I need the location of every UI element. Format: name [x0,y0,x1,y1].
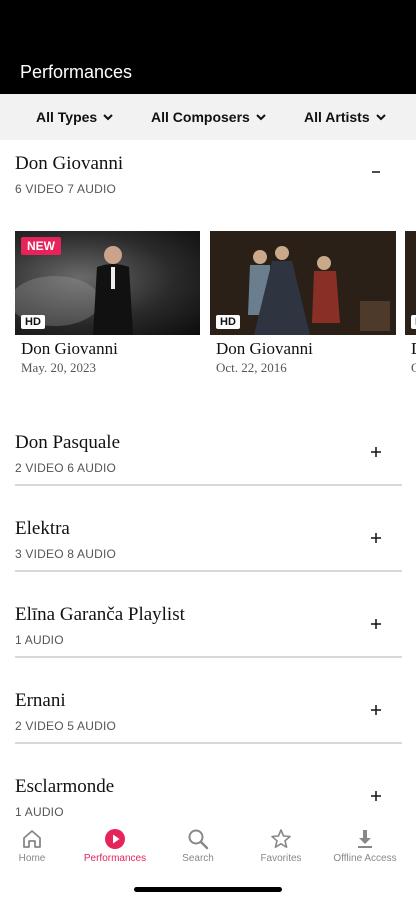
search-icon [188,829,209,850]
tab-favorites[interactable]: Favorites [249,822,313,878]
section-subtitle: 1 AUDIO [15,633,64,647]
filter-types-dropdown[interactable]: All Types [36,94,114,140]
hd-badge: HD [216,315,240,329]
filter-artists-label: All Artists [304,109,370,125]
card-date: May. 20, 2023 [21,360,96,375]
tab-search[interactable]: Search [166,822,230,878]
collapse-icon[interactable] [368,164,384,180]
tab-performances[interactable]: Performances [76,822,154,878]
card-title: Don Giovanni [21,339,118,358]
expand-icon[interactable] [368,530,384,546]
chevron-down-icon [375,114,386,121]
section-subtitle: 2 VIDEO 6 AUDIO [15,461,117,475]
card-title: Don Giovanni [216,339,313,358]
home-indicator [134,887,282,892]
card-title: D [411,339,416,359]
app-header: Performances [0,0,416,94]
section-title: Don Pasquale [15,432,121,453]
filter-composers-dropdown[interactable]: All Composers [151,94,267,140]
star-icon [271,829,291,848]
card-date: O [411,360,416,375]
filter-artists-dropdown[interactable]: All Artists [304,94,387,140]
tab-offline-access[interactable]: Offline Access [326,822,404,878]
expand-icon[interactable] [368,444,384,460]
play-circle-icon [105,829,125,849]
tab-performances-label: Performances [83,853,147,864]
divider [15,484,402,486]
tab-home[interactable]: Home [0,822,64,878]
card-date: Oct. 22, 2016 [216,360,287,375]
expand-icon[interactable] [368,702,384,718]
section-subtitle: 3 VIDEO 8 AUDIO [15,547,117,561]
section-subtitle: 2 VIDEO 5 AUDIO [15,719,117,733]
tab-home-label: Home [18,853,46,864]
new-badge: NEW [21,237,61,255]
performance-thumbnail[interactable]: HD [210,231,396,335]
filter-composers-label: All Composers [151,109,250,125]
section-title: Elektra [15,518,70,539]
divider [15,656,402,658]
section-subtitle: 1 AUDIO [15,805,64,819]
tab-offline-access-label: Offline Access [333,853,397,864]
section-title[interactable]: Don Giovanni [15,153,123,175]
page-title: Performances [20,62,133,82]
divider [15,742,402,744]
section-title: Ernani [15,690,66,711]
tab-favorites-label: Favorites [260,853,302,864]
filter-types-label: All Types [36,109,98,125]
hd-badge: HD [411,315,416,329]
tab-search-label: Search [182,853,214,864]
divider [15,570,402,572]
section-title: Elīna Garanča Playlist [15,604,185,625]
section-subtitle: 6 VIDEO 7 AUDIO [15,182,117,196]
home-icon [23,830,41,848]
performance-card[interactable]: HD D O [405,231,416,381]
download-icon [358,830,372,848]
chevron-down-icon [103,114,113,121]
performance-thumbnail[interactable]: NEW HD [15,231,200,335]
section-title: Esclarmonde [15,776,115,797]
expand-icon[interactable] [368,788,384,804]
hd-badge: HD [21,315,45,329]
performance-thumbnail[interactable]: HD [405,231,416,335]
filter-bar: All Types All Composers All Artists [0,94,416,140]
expand-icon[interactable] [368,616,384,632]
chevron-down-icon [256,114,266,121]
